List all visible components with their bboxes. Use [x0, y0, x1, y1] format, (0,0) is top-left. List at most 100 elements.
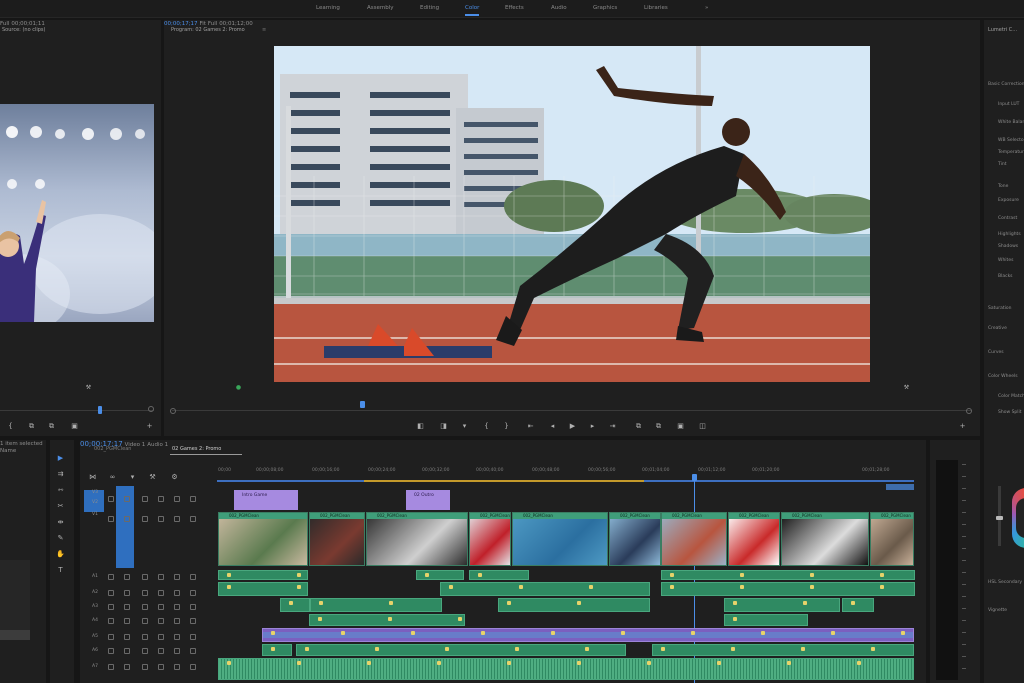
track-name[interactable]: V2	[92, 500, 98, 505]
mute-icon[interactable]	[158, 648, 164, 654]
audio-clip[interactable]	[309, 614, 465, 626]
video-clip[interactable]: 002_PGMClean	[469, 512, 511, 566]
program-monitor-title[interactable]: Program: 02 Games 2: Promo	[171, 27, 245, 33]
lift-icon[interactable]: ⧉	[634, 422, 643, 430]
keyframe-marker[interactable]	[411, 631, 415, 635]
keyframe-marker[interactable]	[851, 601, 855, 605]
track-select-tool-icon[interactable]: ⇉	[56, 470, 65, 478]
video-clip[interactable]: 002_PGMClean	[218, 512, 308, 566]
add-marker-icon[interactable]: ▾	[128, 473, 137, 481]
keyframe-marker[interactable]	[661, 647, 665, 651]
source-scrub-bar[interactable]	[0, 410, 154, 411]
toggle-output-icon[interactable]	[142, 604, 148, 610]
video-clip[interactable]: 002_PGMClean	[512, 512, 608, 566]
keyframe-marker[interactable]	[389, 601, 393, 605]
video-clip[interactable]: 002_PGMClean	[309, 512, 365, 566]
keyframe-marker[interactable]	[289, 601, 293, 605]
mute-icon[interactable]	[158, 664, 164, 670]
lumetri-item[interactable]: Temperature	[998, 150, 1024, 155]
solo-icon[interactable]	[174, 634, 180, 640]
work-area-highlight[interactable]	[364, 480, 644, 482]
toggle-output-icon[interactable]	[142, 496, 148, 502]
lumetri-item[interactable]: Exposure	[998, 198, 1019, 203]
keyframe-marker[interactable]	[691, 631, 695, 635]
program-scroll-left[interactable]	[170, 408, 176, 414]
video-clip[interactable]: 002_PGMClean	[870, 512, 914, 566]
lumetri-item[interactable]: Shadows	[998, 244, 1018, 249]
lock-icon[interactable]	[108, 604, 114, 610]
keyframe-marker[interactable]	[803, 601, 807, 605]
workspace-color[interactable]: Color	[465, 5, 479, 11]
keyframe-marker[interactable]	[271, 647, 275, 651]
source-monitor-title[interactable]: Source: (no clips)	[2, 27, 45, 33]
keyframe-marker[interactable]	[871, 647, 875, 651]
keyframe-marker[interactable]	[880, 585, 884, 589]
add-button-icon[interactable]: +	[958, 422, 967, 430]
keyframe-marker[interactable]	[478, 573, 482, 577]
comparison-view-icon[interactable]: ◫	[698, 422, 707, 430]
audio-clip[interactable]	[218, 582, 308, 596]
keyframe-marker[interactable]	[717, 661, 721, 665]
lumetri-item[interactable]: Color Match	[998, 394, 1024, 399]
toggle-output-icon[interactable]	[142, 634, 148, 640]
audio-clip[interactable]	[218, 658, 914, 680]
project-item-thumb[interactable]	[0, 560, 30, 640]
keyframe-marker[interactable]	[227, 585, 231, 589]
sync-icon[interactable]	[124, 634, 130, 640]
keyframe-marker[interactable]	[740, 585, 744, 589]
keyframe-marker[interactable]	[297, 573, 301, 577]
lumetri-item[interactable]: White Balance	[998, 120, 1024, 125]
timeline-settings-icon[interactable]: ⚙	[170, 473, 179, 481]
solo-icon[interactable]	[174, 496, 180, 502]
audio-clip[interactable]	[416, 570, 464, 580]
settings-wrench-icon[interactable]: ⚒	[148, 473, 157, 481]
lumetri-item[interactable]: Creative	[988, 326, 1007, 331]
workspace-audio[interactable]: Audio	[551, 5, 567, 11]
keyframe-marker[interactable]	[731, 647, 735, 651]
workspace-learning[interactable]: Learning	[316, 5, 340, 11]
video-clip[interactable]: 002_PGMClean	[661, 512, 727, 566]
nested-clip[interactable]	[262, 628, 914, 642]
video-clip[interactable]: 002_PGMClean	[609, 512, 661, 566]
extract-icon[interactable]: ⧉	[654, 422, 663, 430]
keyframe-marker[interactable]	[810, 585, 814, 589]
keyframe-marker[interactable]	[647, 661, 651, 665]
keyframe-marker[interactable]	[577, 601, 581, 605]
audio-clip[interactable]	[661, 582, 915, 596]
video-clip[interactable]: 002_PGMClean	[366, 512, 468, 566]
audio-clip[interactable]	[280, 598, 310, 612]
mic-icon[interactable]	[190, 604, 196, 610]
keyframe-marker[interactable]	[227, 661, 231, 665]
mute-icon[interactable]	[158, 574, 164, 580]
sync-icon[interactable]	[124, 664, 130, 670]
sync-icon[interactable]	[124, 496, 130, 502]
sync-icon[interactable]	[124, 590, 130, 596]
solo-icon[interactable]	[174, 516, 180, 522]
keyframe-marker[interactable]	[585, 647, 589, 651]
audio-clip[interactable]	[262, 644, 292, 656]
lumetri-item[interactable]: HSL Secondary	[988, 580, 1022, 585]
track-name[interactable]: A6	[92, 648, 98, 653]
keyframe-marker[interactable]	[880, 573, 884, 577]
mic-icon[interactable]	[190, 516, 196, 522]
workspace-libraries[interactable]: Libraries	[644, 5, 668, 11]
go-to-in-icon[interactable]: {	[482, 422, 491, 430]
keyframe-marker[interactable]	[388, 617, 392, 621]
keyframe-marker[interactable]	[857, 661, 861, 665]
keyframe-marker[interactable]	[437, 661, 441, 665]
mic-icon[interactable]	[190, 574, 196, 580]
keyframe-marker[interactable]	[305, 647, 309, 651]
mic-icon[interactable]	[190, 618, 196, 624]
keyframe-marker[interactable]	[318, 617, 322, 621]
track-name[interactable]: V1	[92, 512, 98, 517]
mark-out-icon[interactable]: ◨	[439, 422, 448, 430]
workspace-effects[interactable]: Effects	[505, 5, 524, 11]
track-name[interactable]: A1	[92, 574, 98, 579]
program-scroll-right[interactable]	[966, 408, 972, 414]
mute-icon[interactable]	[158, 496, 164, 502]
snap-icon[interactable]: ⋈	[88, 473, 97, 481]
mark-in-icon[interactable]: ◧	[416, 422, 425, 430]
toggle-output-icon[interactable]	[142, 618, 148, 624]
mute-icon[interactable]	[158, 604, 164, 610]
audio-clip[interactable]	[842, 598, 874, 612]
